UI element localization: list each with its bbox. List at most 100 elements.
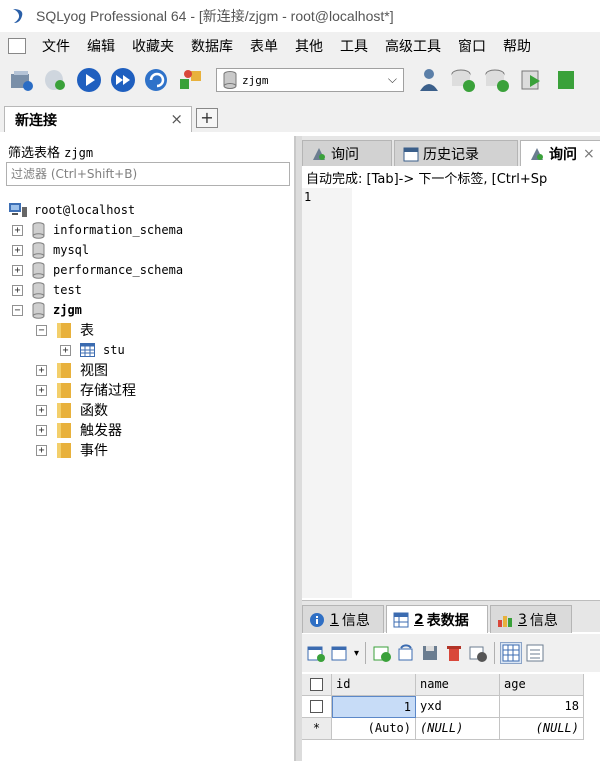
delete-icon[interactable] [444,643,464,663]
tree-db-zjgm[interactable]: − zjgm [12,300,82,320]
main-toolbar: zjgm ⌵ [0,60,600,100]
collapse-icon[interactable]: − [12,304,23,316]
menu-table[interactable]: 表单 [242,36,287,56]
tab-messages[interactable]: 1 信息 [302,605,384,633]
save-icon[interactable] [420,643,440,663]
cell-name[interactable]: (NULL) [416,718,500,740]
menu-advanced-tools[interactable]: 高级工具 [377,36,450,56]
menu-file[interactable]: 文件 [34,36,79,56]
column-header-name[interactable]: name [416,674,500,696]
select-all-checkbox[interactable] [310,678,323,691]
save-changes-icon[interactable] [372,643,392,663]
cell-id[interactable]: (Auto) [332,718,416,740]
select-all-checkbox-cell[interactable] [302,674,332,696]
expand-icon[interactable]: + [36,424,47,436]
tab-number: 3 [518,611,527,628]
tree-folder-procedures[interactable]: + 存储过程 [36,380,136,400]
tree-db-mysql[interactable]: + mysql [12,240,89,260]
add-tab-button[interactable]: + [196,108,218,128]
new-query-icon[interactable] [40,65,70,95]
menu-tools[interactable]: 工具 [332,36,377,56]
expand-icon[interactable]: + [36,384,47,396]
column-header-age[interactable]: age [500,674,584,696]
expand-icon[interactable]: + [12,284,23,296]
column-header-id[interactable]: id [332,674,416,696]
export-icon[interactable] [550,65,580,95]
filter-label: 筛选表格 zjgm [8,142,93,161]
menu-window[interactable]: 窗口 [450,36,495,56]
tree-db-performance-schema[interactable]: + performance_schema [12,260,183,280]
user-manager-icon[interactable] [414,65,444,95]
cell-id[interactable]: 1 [332,696,416,718]
expand-icon[interactable]: + [36,364,47,376]
insert-row-icon[interactable] [306,643,326,663]
expand-icon[interactable]: + [12,244,23,256]
menu-edit[interactable]: 编辑 [79,36,124,56]
folder-icon [57,383,71,398]
row-checkbox-cell[interactable] [302,696,332,718]
menu-other[interactable]: 其他 [287,36,332,56]
cell-name[interactable]: yxd [416,696,500,718]
restore-database-icon[interactable] [482,65,512,95]
import-icon[interactable] [516,65,546,95]
expand-icon[interactable]: + [12,264,23,276]
tab-query[interactable]: 询问 [302,140,392,166]
database-selector[interactable]: zjgm ⌵ [216,68,404,92]
expand-icon[interactable]: + [60,344,71,356]
expand-icon[interactable]: + [36,404,47,416]
tree-table-stu[interactable]: + stu [60,340,125,360]
tab-label: 询问 [549,146,577,163]
menu-favorites[interactable]: 收藏夹 [124,36,183,56]
dropdown-arrow-icon[interactable]: ▾ [354,648,359,659]
tree-db-information-schema[interactable]: + information_schema [12,220,183,240]
tree-folder-triggers[interactable]: + 触发器 [36,420,122,440]
tree-root-host[interactable]: root@localhost [8,200,135,220]
tree-folder-functions[interactable]: + 函数 [36,400,108,420]
line-number: 1 [304,190,312,204]
tree-db-test[interactable]: + test [12,280,82,300]
tree-folder-tables[interactable]: − 表 [36,320,94,340]
document-icon[interactable] [8,38,26,54]
backup-database-icon[interactable] [448,65,478,95]
menu-database[interactable]: 数据库 [183,36,242,56]
tab-info[interactable]: 3 信息 [490,605,572,633]
undo-changes-icon[interactable] [396,643,416,663]
tab-history[interactable]: 历史记录 [394,140,518,166]
tree-folder-events[interactable]: + 事件 [36,440,108,460]
connection-tab[interactable]: 新连接 × [4,106,192,132]
tab-label: 表数据 [426,612,469,629]
new-row[interactable]: * (Auto) (NULL) (NULL) [302,718,584,740]
connection-tab-label: 新连接 [15,112,57,129]
tree-db-label: information_schema [53,223,184,237]
database-icon [223,71,237,89]
form-view-icon[interactable] [525,643,545,663]
cell-age[interactable]: 18 [500,696,584,718]
database-icon [32,241,45,259]
close-icon[interactable]: × [583,146,595,162]
row-checkbox[interactable] [310,700,323,713]
menu-help[interactable]: 帮助 [495,36,540,56]
database-icon [32,261,45,279]
execute-query-icon[interactable] [74,65,104,95]
cell-age[interactable]: (NULL) [500,718,584,740]
execute-all-icon[interactable] [108,65,138,95]
tab-query-active[interactable]: 询问 × [520,140,600,166]
table-row[interactable]: 1 yxd 18 [302,696,584,718]
duplicate-row-icon[interactable] [330,643,350,663]
close-icon[interactable]: × [170,110,183,128]
schema-designer-icon[interactable] [176,65,206,95]
expand-icon[interactable]: + [12,224,23,236]
collapse-icon[interactable]: − [36,324,47,336]
filter-input[interactable]: 过滤器 (Ctrl+Shift+B) [6,162,290,186]
sql-editor[interactable]: 1 [302,188,600,598]
title-bar: SQLyog Professional 64 - [新连接/zjgm - roo… [0,0,600,32]
object-browser: 筛选表格 zjgm 过滤器 (Ctrl+Shift+B) root@localh… [0,136,296,761]
refresh-icon[interactable] [142,65,172,95]
tree-folder-views[interactable]: + 视图 [36,360,108,380]
tab-table-data[interactable]: 2 表数据 [386,605,488,633]
cancel-edit-icon[interactable] [468,643,488,663]
editor-gutter: 1 [302,188,352,598]
new-connection-icon[interactable] [6,65,36,95]
grid-view-icon[interactable] [500,642,523,664]
expand-icon[interactable]: + [36,444,47,456]
